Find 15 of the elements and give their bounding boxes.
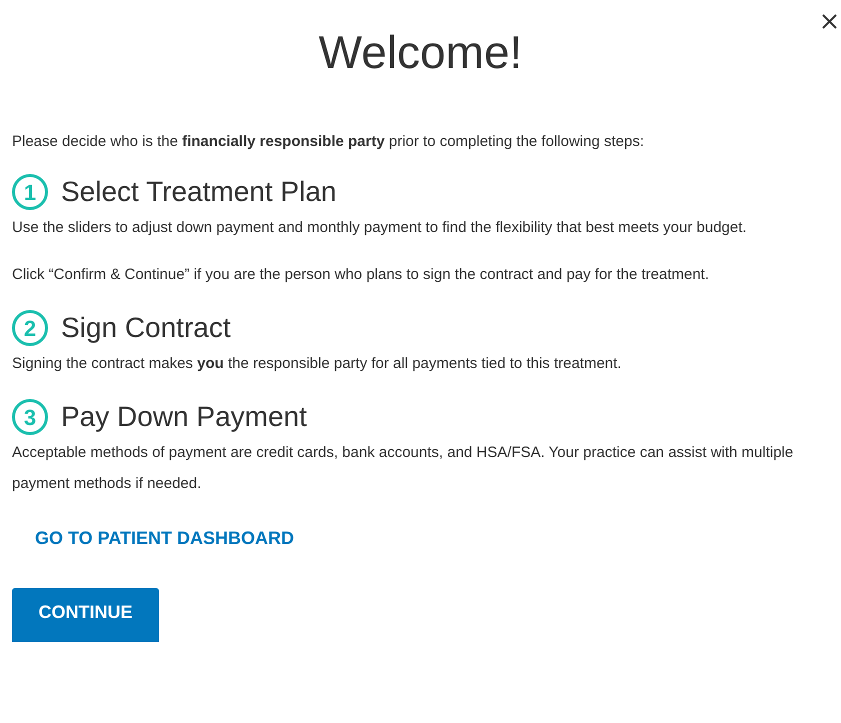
step-description: Acceptable methods of payment are credit cards, bank accounts, and HSA/FSA. Your practice can assist with multiple payment methods if needed. [12, 443, 794, 494]
step-heading: Pay Down Payment [61, 400, 307, 434]
step-number: 1 [12, 174, 48, 210]
step-heading: Sign Contract [61, 311, 231, 345]
step-number: 2 [12, 310, 48, 346]
continue-button[interactable]: CONTINUE [12, 588, 159, 642]
modal-title: Welcome! [318, 25, 524, 80]
step-number: 3 [12, 399, 48, 435]
step-heading: Select Treatment Plan [61, 175, 336, 209]
intro-text: Please decide who is the financially responsible party prior to completing the following steps: [12, 132, 645, 152]
step-description: Click “Confirm & Continue” if you are the person who plans to sign the contract and pay for the treatment. [12, 265, 710, 285]
close-icon[interactable] [821, 13, 838, 30]
step-description: Signing the contract makes you the responsible party for all payments tied to this treatment. [12, 354, 622, 374]
patient-dashboard-link[interactable]: GO TO PATIENT DASHBOARD [35, 528, 294, 548]
step-description: Use the sliders to adjust down payment and monthly payment to find the flexibility that best meets your budget. [12, 218, 748, 238]
